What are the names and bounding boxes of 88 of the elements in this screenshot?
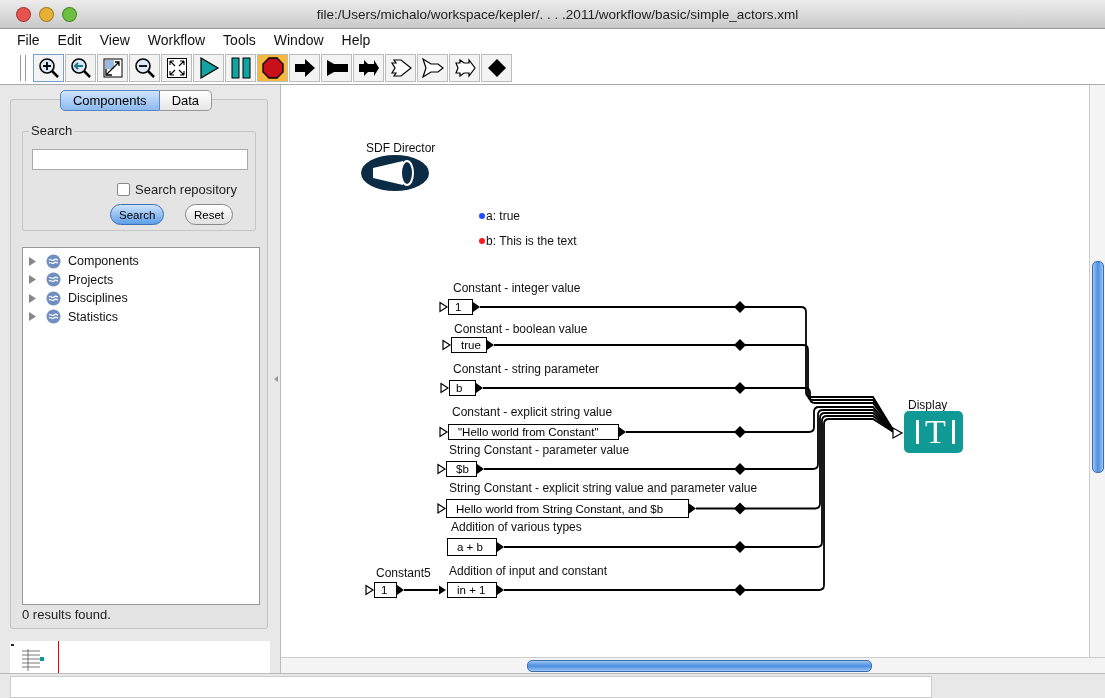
toolbar-button[interactable]: [353, 53, 384, 82]
hollow-notch-arrow-icon: [453, 56, 476, 79]
menu-item[interactable]: Workflow: [138, 32, 215, 48]
tree-item[interactable]: Projects: [68, 272, 114, 287]
toolbar-button[interactable]: [129, 53, 160, 82]
zoom-fit-icon: [101, 56, 124, 79]
menu-item[interactable]: Window: [264, 32, 333, 48]
relation-diamond-icon[interactable]: [734, 584, 746, 596]
collapsed-triangle-icon[interactable]: [28, 275, 37, 285]
play-icon: [197, 56, 220, 79]
panel-tab[interactable]: Components: [59, 90, 160, 111]
collapsed-triangle-icon[interactable]: [28, 256, 37, 266]
actor-label: Addition of various types: [451, 520, 582, 534]
search-button[interactable]: Search: [110, 204, 165, 225]
panel-tab[interactable]: Data: [159, 90, 213, 111]
relation-diamond-icon[interactable]: [734, 463, 746, 475]
full-screen-icon: [165, 56, 188, 79]
toolbar-button[interactable]: [481, 53, 512, 82]
menu-item[interactable]: Help: [332, 32, 380, 48]
tree-item[interactable]: Statistics: [68, 309, 118, 324]
group-legend: Search: [29, 123, 75, 138]
toolbar-button[interactable]: [257, 53, 288, 82]
actor-label: String Constant - parameter value: [449, 443, 630, 457]
megaphone-icon[interactable]: [361, 155, 429, 191]
collapsed-triangle-icon[interactable]: [28, 293, 37, 303]
relation-diamond-icon[interactable]: [734, 502, 746, 515]
toolbar-button[interactable]: [193, 53, 224, 82]
hollow-flag-arrow-icon: [421, 56, 444, 79]
actor-label: Constant - boolean value: [454, 322, 588, 336]
actor-label: Constant - explicit string value: [452, 405, 613, 419]
stop-icon: [261, 56, 284, 79]
collapsed-triangle-icon[interactable]: [28, 312, 37, 322]
pause-icon: [229, 56, 252, 79]
close-button[interactable]: [16, 6, 31, 22]
vertical-scrollbar[interactable]: [1089, 85, 1105, 657]
connection-line: [403, 589, 439, 591]
globe-icon: [46, 272, 61, 288]
actor-label: Display: [908, 398, 948, 412]
menu-item[interactable]: Edit: [48, 32, 91, 48]
toolbar-button[interactable]: [417, 53, 448, 82]
toolbar-button[interactable]: [33, 53, 64, 82]
relation-diamond-icon[interactable]: [734, 426, 746, 438]
actor-label: Constant - string parameter: [453, 362, 600, 376]
actor-label: Constant5: [376, 566, 431, 580]
toolbar-button[interactable]: [289, 53, 320, 82]
checkbox-label: Search repository: [135, 182, 237, 197]
director-label: SDF Director: [366, 141, 436, 155]
horizontal-scrollbar[interactable]: [281, 657, 1105, 673]
zoom-button[interactable]: [62, 6, 77, 22]
relation-diamond-icon[interactable]: [734, 541, 746, 553]
window-title: file:/Users/michalo/workspace/kepler/. . . .2011/workflow/basic/simple_actors.xml: [316, 6, 799, 22]
actor-label: Constant - integer value: [453, 281, 581, 295]
results-status: 0 results found.: [22, 607, 111, 622]
globe-icon: [46, 309, 61, 325]
repository-checkbox[interactable]: [117, 183, 130, 196]
toolbar-button[interactable]: [225, 53, 256, 82]
splitter-handle-icon[interactable]: [274, 376, 278, 382]
zoom-back-icon: [69, 56, 92, 79]
globe-icon: [46, 290, 61, 306]
tree-item[interactable]: Components: [68, 254, 139, 269]
toolbar-button[interactable]: [449, 53, 480, 82]
input-port-icon[interactable]: [892, 427, 904, 439]
toolbar-button[interactable]: [97, 53, 128, 82]
relation-diamond-icon[interactable]: [734, 382, 746, 394]
minimize-button[interactable]: [39, 6, 54, 22]
zoom-out-icon: [133, 56, 156, 79]
toolbar-button[interactable]: [65, 53, 96, 82]
toolbar-button[interactable]: [321, 53, 352, 82]
actor-box[interactable]: a + b: [447, 538, 497, 556]
zoom-in-icon: [37, 56, 60, 79]
relation-diamond-icon[interactable]: [734, 339, 746, 351]
hollow-arrow-icon: [389, 56, 412, 79]
relation-diamond-icon[interactable]: [734, 301, 746, 313]
menu-item[interactable]: File: [8, 32, 49, 48]
parameter-text[interactable]: a: true: [486, 209, 521, 223]
tree-item[interactable]: Disciplines: [68, 291, 128, 306]
actor-box[interactable]: in + 1: [447, 582, 497, 598]
toolbar-button[interactable]: [161, 53, 192, 82]
arrow-icon: [293, 56, 316, 79]
menu-item[interactable]: Tools: [214, 32, 265, 48]
search-field[interactable]: [32, 149, 248, 170]
toolbar-button[interactable]: [385, 53, 416, 82]
menu-item[interactable]: View: [90, 32, 139, 48]
actor-label: Addition of input and constant: [449, 564, 608, 578]
actor-label: String Constant - explicit string value and parameter value: [449, 481, 758, 495]
reset-button[interactable]: Reset: [185, 204, 234, 225]
globe-icon: [46, 253, 61, 269]
parameter-text[interactable]: b: This is the text: [486, 234, 577, 248]
